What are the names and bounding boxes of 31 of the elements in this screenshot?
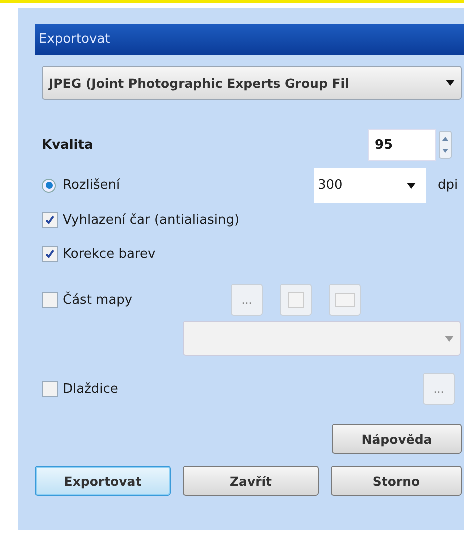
caret-icon	[446, 80, 455, 86]
caret-icon	[445, 336, 454, 342]
dialog-button[interactable]: Zavřít	[183, 466, 319, 496]
square-icon	[288, 292, 304, 308]
format-dropdown[interactable]: JPEG (Joint Photographic Experts Group Fil	[42, 66, 462, 100]
tiles-label: Dlaždice	[63, 382, 120, 396]
checkbox[interactable]	[42, 212, 58, 228]
checkbox[interactable]	[42, 292, 58, 308]
dialog-button[interactable]: Exportovat	[35, 466, 171, 496]
checkmark-icon	[45, 215, 55, 225]
dialog-button[interactable]: Storno	[331, 466, 462, 496]
map-part-dropdown[interactable]	[183, 321, 461, 356]
spinner-icon[interactable]	[439, 131, 452, 159]
rectangle-icon	[335, 293, 355, 307]
square-button[interactable]	[280, 284, 312, 316]
option-label: Vyhlazení čar (antialiasing)	[63, 212, 240, 228]
caret-icon	[407, 182, 416, 188]
rectangle-button[interactable]	[329, 284, 361, 316]
checkbox[interactable]	[42, 246, 58, 262]
unit-label: dpi	[438, 178, 458, 193]
option-label: Korekce barev	[63, 246, 156, 262]
map-part-label: Část mapy	[63, 292, 134, 308]
window-title: Exportovat	[35, 24, 464, 55]
resolution-dropdown[interactable]: 300	[314, 168, 426, 203]
resolution-label: Rozlišení	[63, 178, 122, 193]
checkmark-icon	[45, 249, 55, 259]
help-button[interactable]: Nápověda	[332, 424, 462, 454]
radio-button[interactable]	[42, 178, 56, 192]
quality-field[interactable]: 95	[368, 129, 436, 161]
quality-label: Kvalita	[42, 138, 94, 152]
checkbox[interactable]	[42, 381, 58, 397]
